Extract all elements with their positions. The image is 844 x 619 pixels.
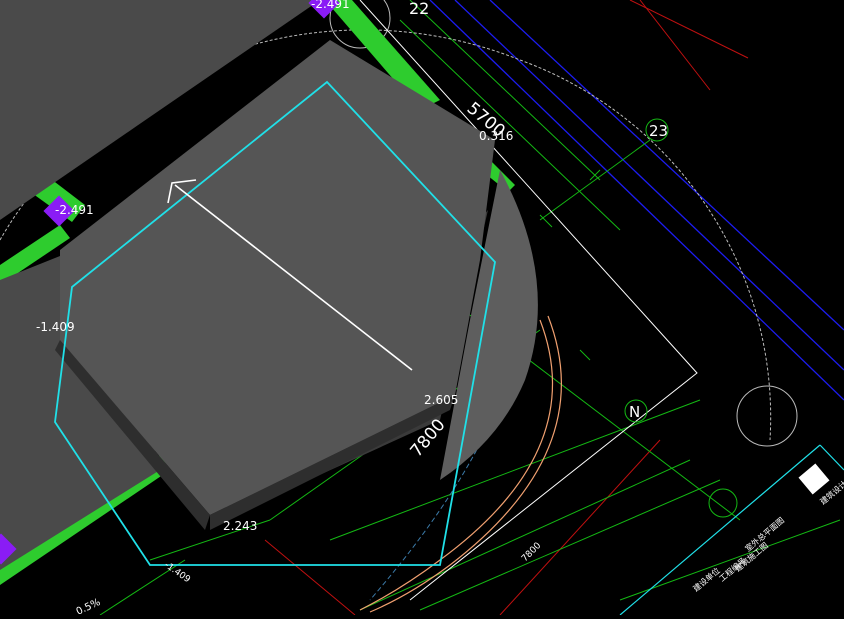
slope-label: -1.409 (162, 560, 192, 585)
grid-label: N (629, 403, 640, 421)
grid-label: 22 (409, 0, 429, 18)
cad-canvas: 建筑设计 室外总平面图 建筑施工图 工程编号 建设单位 -2.491 -2.49… (0, 0, 844, 618)
elevation-label: -2.491 (55, 203, 94, 217)
grid-label: 23 (649, 122, 668, 140)
elevation-label: 2.243 (223, 519, 257, 533)
elevation-label: 2.605 (424, 393, 458, 407)
company-logo (798, 463, 830, 495)
dimension-label: 7800 (520, 541, 543, 564)
elevation-label: -2.491 (311, 0, 350, 11)
elevation-label: -1.409 (36, 320, 75, 334)
slope-percent: 0.5% (75, 597, 103, 615)
title-block: 建筑设计 室外总平面图 建筑施工图 工程编号 建设单位 (619, 444, 844, 616)
title-line-4: 建设单位 (691, 565, 722, 593)
cad-model-viewport[interactable]: 建筑设计 室外总平面图 建筑施工图 工程编号 建设单位 -2.491 -2.49… (0, 0, 844, 618)
